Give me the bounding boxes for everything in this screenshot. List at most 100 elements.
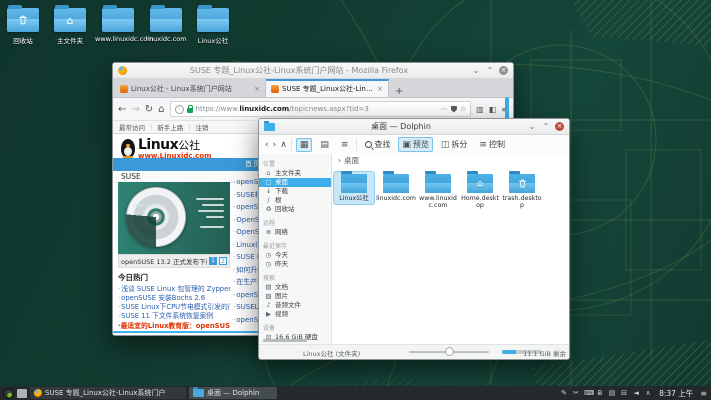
desktop-icon-home[interactable]: ⌂ 主文件夹 (47, 8, 93, 45)
taskbar-task-dolphin[interactable]: 桌面 — Dolphin (189, 387, 277, 399)
reload-icon[interactable]: ↻ (145, 104, 153, 115)
dolphin-titlebar[interactable]: 桌面 — Dolphin ⌄ ⌃ × (259, 119, 569, 135)
forward-icon[interactable]: → (131, 104, 139, 115)
url-bar[interactable]: i https://www.linuxidc.com/topicnews.asp… (170, 101, 472, 117)
bookmark-item[interactable]: 最常访问 (119, 122, 145, 132)
places-item-network[interactable]: ⊕网络 (259, 228, 331, 237)
places-item-desktop[interactable]: ▢桌面 (259, 178, 331, 187)
folder-icon (7, 8, 39, 32)
device-notifier-icon[interactable]: ▤ (608, 389, 616, 397)
zoom-slider[interactable] (409, 351, 489, 353)
sidebar-icon[interactable]: ◧ (489, 105, 497, 114)
firefox-titlebar[interactable]: SUSE 专题_Linux公社-Linux系统门户网站 - Mozilla Fi… (113, 63, 513, 79)
home-icon[interactable]: ⌂ (158, 104, 164, 115)
view-icons-button[interactable]: ▦ (296, 138, 313, 152)
separator: | (150, 123, 152, 131)
url-text[interactable]: https://www.linuxidc.com/topicnews.aspx?… (196, 105, 438, 113)
file-item-linuxidc[interactable]: linuxidc.com (376, 172, 416, 204)
desktop-icon-label: www.linuxidc.com (95, 35, 141, 43)
digital-clock[interactable]: 8:37 上午 (659, 388, 693, 399)
maximize-icon[interactable]: ⌃ (485, 66, 495, 76)
preview-button[interactable]: ▣预览 (398, 137, 433, 152)
view-compact-button[interactable]: ▤ (316, 138, 333, 152)
library-icon[interactable]: ▥ (476, 105, 484, 114)
minimize-icon[interactable]: ⌄ (527, 122, 537, 132)
pocket-icon[interactable] (451, 106, 457, 113)
banner-caption[interactable]: openSUSE 13.2 正式发布下载 (121, 256, 207, 266)
tab-close-icon[interactable]: × (377, 85, 383, 93)
brand-suffix: 公社 (178, 139, 200, 152)
clipboard-icon[interactable]: ✂ (572, 389, 580, 397)
page-actions-icon[interactable]: ⋯ (441, 105, 448, 113)
minimize-icon[interactable]: ⌄ (471, 66, 481, 76)
file-item-trash-desktop[interactable]: trash.desktop (502, 172, 542, 211)
opensuse-banner[interactable]: openSUSE (118, 182, 230, 254)
status-icon[interactable]: ✎ (560, 389, 568, 397)
desktop-icon-trash[interactable]: 回收站 (0, 8, 46, 45)
article-link[interactable]: ·SUSE Linux下CPU节电模式引发的问题 (118, 303, 230, 312)
desktop-icon-linux-gongshe[interactable]: Linux公社 (190, 8, 236, 45)
pager-1[interactable]: 1 (209, 257, 217, 265)
pager-2[interactable]: 2 (219, 257, 227, 265)
panel-horizontal-scrollbar[interactable] (263, 339, 307, 342)
back-icon[interactable]: ‹ (265, 140, 269, 150)
places-item-videos[interactable]: ▶视频 (259, 310, 331, 319)
article-link[interactable]: ·浅谈 SUSE Linux 包管理的 Zypper (118, 285, 230, 294)
trash-icon (509, 174, 535, 193)
file-item-home-desktop[interactable]: ⌂ Home.desktop (460, 172, 500, 211)
file-item-linux-gongshe[interactable]: Linux公社 (334, 172, 374, 204)
folder-icon: ⌂ (54, 8, 86, 32)
maximize-icon[interactable]: ⌃ (541, 122, 551, 132)
close-icon[interactable]: × (499, 66, 508, 75)
breadcrumb-folder[interactable]: 桌面 (344, 155, 359, 166)
app-launcher-icon[interactable] (3, 388, 14, 399)
places-item-documents[interactable]: ▤文档 (259, 283, 331, 292)
slider-handle[interactable] (445, 347, 454, 356)
places-item-root[interactable]: /根 (259, 196, 331, 205)
places-item-trash[interactable]: ♻回收站 (259, 205, 331, 214)
hamburger-icon: ≡ (479, 140, 487, 150)
places-item-yesterday[interactable]: ◷昨天 (259, 260, 331, 269)
article-link[interactable]: ·openSUSE 安装Bochs 2.6 (118, 294, 230, 303)
control-button[interactable]: ≡控制 (475, 137, 509, 152)
bluetooth-icon[interactable]: Ƀ (596, 389, 604, 397)
places-item-downloads[interactable]: ↓下载 (259, 187, 331, 196)
places-item-audio[interactable]: ♪音频文件 (259, 301, 331, 310)
clock-icon: ◷ (265, 261, 272, 268)
network-icon[interactable]: ⊟ (620, 389, 628, 397)
bookmark-item[interactable]: 新手上路 (157, 122, 183, 132)
expand-arrow-icon[interactable]: ∧ (644, 389, 652, 397)
back-icon[interactable]: ← (118, 104, 126, 115)
dolphin-body: 位置 ⌂主文件夹 ▢桌面 ↓下载 /根 ♻回收站 远程 ⊕网络 最近保存 ◷今天… (259, 154, 569, 345)
desktop-icon-linuxidc[interactable]: linuxidc.com (143, 8, 189, 43)
site-info-icon[interactable]: i (175, 105, 184, 114)
tab-linuxidc-home[interactable]: Linux公社 - Linux系统门户网站 × (115, 81, 266, 97)
volume-icon[interactable]: ◄ (632, 389, 640, 397)
places-item-images[interactable]: ▨图片 (259, 292, 331, 301)
bookmark-star-icon[interactable]: ☆ (460, 105, 466, 113)
network-icon: ⊕ (265, 229, 272, 236)
article-link[interactable]: ·SUSE 11 下文件系统恢复案例 (118, 312, 230, 321)
places-item-today[interactable]: ◷今天 (259, 251, 331, 260)
close-icon[interactable]: × (555, 122, 564, 131)
tab-close-icon[interactable]: × (254, 85, 260, 93)
forward-icon[interactable]: › (273, 140, 277, 150)
input-method-icon[interactable]: ⌨ (584, 389, 592, 397)
tab-suse-topic[interactable]: SUSE 专题_Linux公社-Linux系统门户 × (266, 79, 389, 97)
panel-settings-icon[interactable]: ≡ (700, 389, 707, 398)
split-button[interactable]: ◫拆分 (437, 137, 472, 152)
taskbar-task-firefox[interactable]: SUSE 专题_Linux公社-Linux系统门户 (30, 387, 186, 399)
desktop-icon-label: 主文件夹 (47, 35, 93, 45)
desktop-icon-www-linuxidc[interactable]: www.linuxidc.com (95, 8, 141, 43)
file-item-www-linuxidc[interactable]: www.linuxidc.com (418, 172, 458, 211)
find-button[interactable]: 查找 (361, 137, 394, 152)
new-tab-button[interactable]: + (389, 86, 409, 97)
location-breadcrumb[interactable]: › 桌面 (332, 154, 569, 166)
desktop-pager[interactable] (17, 389, 27, 398)
article-link-highlighted[interactable]: ·最适宜的Linux教育版：openSUSE 11. (118, 321, 230, 331)
up-icon[interactable]: ∧ (280, 140, 287, 150)
places-item-home[interactable]: ⌂主文件夹 (259, 169, 331, 178)
view-details-button[interactable]: ≡ (337, 138, 353, 152)
bookmark-item[interactable]: 注销 (195, 122, 208, 132)
site-logo[interactable]: Linux公社 www.Linuxidc.com (121, 136, 211, 160)
